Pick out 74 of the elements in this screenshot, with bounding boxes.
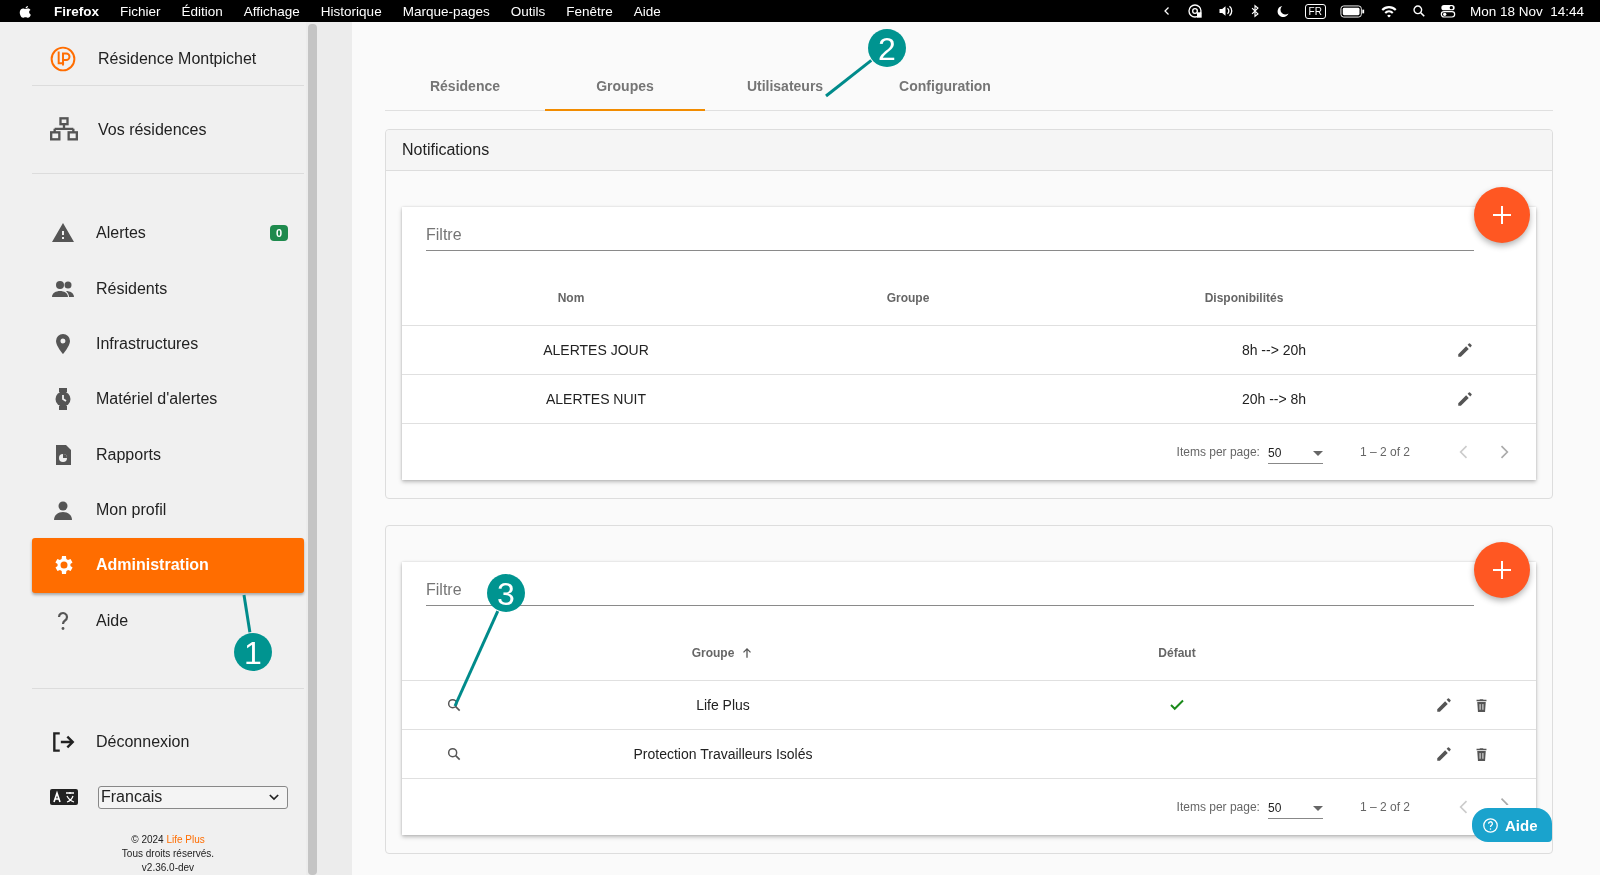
- edit-icon[interactable]: [1435, 745, 1453, 763]
- table-cell-text: ALERTES JOUR: [542, 342, 649, 358]
- table-cell-text: ALERTES NUIT: [544, 391, 647, 407]
- filter-field[interactable]: Filtre: [426, 207, 1474, 251]
- page-range: 1 – 2 of 2: [1359, 800, 1410, 814]
- menu-item[interactable]: Marque-pages: [402, 3, 490, 19]
- items-per-page-label: Items per page:: [1176, 445, 1260, 459]
- tab[interactable]: Groupes: [545, 62, 705, 111]
- card-title: Notifications: [386, 130, 1552, 171]
- count-badge: 0: [269, 225, 288, 242]
- toggle-switches-icon[interactable]: [1439, 3, 1456, 19]
- chevron-down-icon: [269, 793, 279, 801]
- plus-icon: [1490, 203, 1514, 227]
- table-cell-text: 8h --> 20h: [1240, 342, 1307, 358]
- menu-item[interactable]: Fichier: [120, 3, 161, 19]
- menu-item[interactable]: Fenêtre: [566, 3, 613, 19]
- scrollbar[interactable]: [308, 24, 317, 875]
- sidebar-item[interactable]: Mon profil: [32, 482, 304, 538]
- residence-logo-icon: [50, 45, 76, 72]
- table-cell: Protection Travailleurs Isolés: [633, 746, 813, 762]
- rights-text: Tous droits réservés.: [120, 846, 216, 861]
- table-row[interactable]: Protection Travailleurs Isolés: [402, 730, 1536, 779]
- question-circle-icon: [1482, 816, 1499, 834]
- tab[interactable]: Utilisateurs: [705, 62, 865, 111]
- tab[interactable]: Configuration: [865, 62, 1025, 111]
- sidebar-item[interactable]: Matériel d'alertes: [32, 371, 304, 427]
- column-header: Disponibilités: [1204, 291, 1284, 305]
- logout-link[interactable]: Déconnexion: [32, 714, 304, 770]
- edit-icon[interactable]: [1456, 390, 1474, 408]
- version-text: v2.36.0-dev: [140, 860, 196, 875]
- column-header[interactable]: Groupe: [691, 646, 735, 660]
- residence-name[interactable]: Résidence Montpichet: [32, 22, 304, 86]
- search-icon[interactable]: [1411, 4, 1426, 18]
- sidebar-item[interactable]: Infrastructures: [32, 316, 304, 372]
- menu-item[interactable]: Aide: [633, 3, 661, 19]
- column-header: Défaut: [1158, 646, 1196, 660]
- wifi-icon[interactable]: [1379, 3, 1398, 19]
- add-button[interactable]: [1474, 542, 1530, 598]
- menu-item[interactable]: Outils: [510, 3, 546, 19]
- menubar-clock[interactable]: Mon 18 Nov 14:44: [1469, 3, 1584, 19]
- page-size-select[interactable]: 50: [1267, 440, 1323, 464]
- copyright-text: © 2024 Life Plus: [130, 832, 206, 847]
- logout-icon: [50, 729, 76, 755]
- dropdown-triangle-icon: [1312, 805, 1323, 811]
- edit-icon[interactable]: [1456, 341, 1474, 359]
- sidebar-item[interactable]: Alertes 0: [32, 205, 304, 262]
- page-range: 1 – 2 of 2: [1359, 445, 1410, 459]
- menu-item[interactable]: Historique: [320, 3, 382, 19]
- app-menu[interactable]: Firefox: [54, 3, 99, 19]
- edit-icon[interactable]: [1435, 696, 1453, 714]
- battery-icon[interactable]: [1339, 4, 1366, 18]
- residences-link[interactable]: Vos résidences: [32, 86, 304, 174]
- search-icon[interactable]: [446, 746, 462, 762]
- table-cell-text: 20h --> 8h: [1240, 391, 1307, 407]
- items-per-page-label: Items per page:: [1176, 800, 1260, 814]
- apple-logo-icon[interactable]: [18, 3, 33, 19]
- input-source-indicator[interactable]: FR: [1304, 3, 1326, 19]
- moon-icon[interactable]: [1275, 3, 1291, 19]
- menu-item[interactable]: Édition: [181, 3, 223, 19]
- add-button[interactable]: [1474, 187, 1530, 243]
- network-icon: [50, 115, 78, 144]
- table-cell: Life Plus: [696, 697, 750, 713]
- search-icon[interactable]: [446, 697, 462, 713]
- sidebar-item[interactable]: Rapports: [32, 427, 304, 483]
- page-size-select[interactable]: 50: [1267, 795, 1323, 819]
- dropdown-triangle-icon: [1312, 450, 1323, 456]
- language-select[interactable]: Francais: [98, 785, 288, 809]
- sidebar-item[interactable]: Résidents: [32, 261, 304, 317]
- translate-icon: [50, 787, 78, 808]
- menu-item[interactable]: Affichage: [243, 3, 300, 19]
- plus-icon: [1490, 558, 1514, 582]
- column-header: Groupe: [886, 291, 930, 305]
- tab[interactable]: Résidence: [385, 62, 545, 111]
- column-header: Nom: [557, 291, 585, 305]
